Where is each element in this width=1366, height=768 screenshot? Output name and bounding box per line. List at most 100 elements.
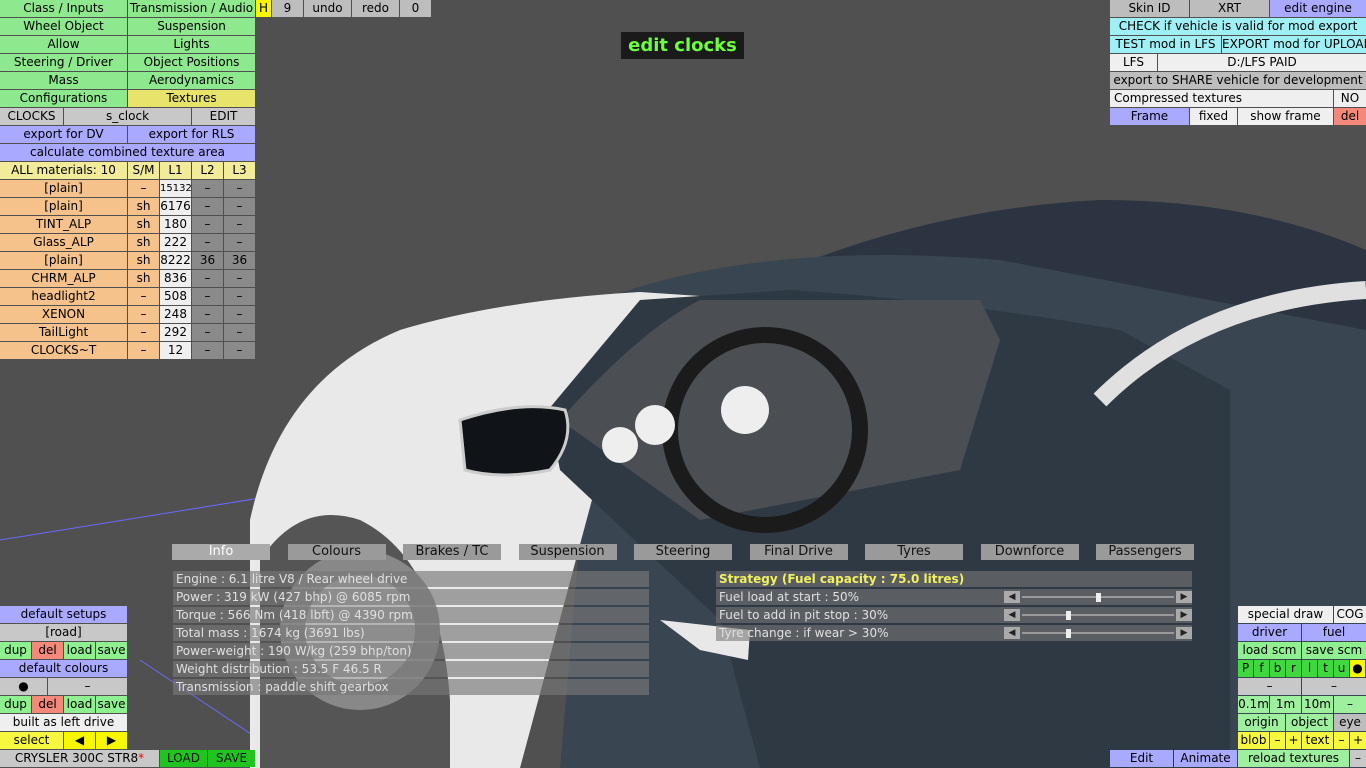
blob-button[interactable]: blob — [1238, 732, 1269, 749]
car-name-field[interactable]: CRYSLER 300C STR8* — [0, 750, 159, 767]
dup-setup-button[interactable]: dup — [0, 642, 31, 659]
frame-button[interactable]: Frame — [1110, 108, 1189, 125]
aerodynamics-button[interactable]: Aerodynamics — [128, 72, 255, 89]
export-share-button[interactable]: export to SHARE vehicle for development — [1110, 72, 1366, 89]
default-setups-button[interactable]: default setups — [0, 606, 127, 623]
scale-01m-button[interactable]: 0.1m — [1238, 696, 1269, 713]
increase-arrow-icon[interactable]: ▶ — [1176, 627, 1192, 639]
view-toggle-dot[interactable]: ● — [1350, 660, 1365, 677]
edit-clock-button[interactable]: EDIT — [192, 108, 255, 125]
wheel-object-button[interactable]: Wheel Object — [0, 18, 127, 35]
tab-suspension[interactable]: Suspension — [518, 544, 617, 560]
export-rls-button[interactable]: export for RLS — [128, 126, 255, 143]
xrt-button[interactable]: XRT — [1190, 0, 1269, 17]
text-minus-button[interactable]: – — [1334, 732, 1349, 749]
load-scm-button[interactable]: load scm — [1238, 642, 1301, 659]
calculate-texture-area-button[interactable]: calculate combined texture area — [0, 144, 255, 161]
slider-knob[interactable] — [1065, 629, 1071, 638]
slider-track[interactable] — [1022, 632, 1174, 634]
view-toggle-r[interactable]: r — [1286, 660, 1301, 677]
built-left-drive-toggle[interactable]: built as left drive — [0, 714, 127, 731]
s-clock-field[interactable]: s_clock — [64, 108, 191, 125]
cog-button[interactable]: COG — [1334, 606, 1366, 623]
tab-final-drive[interactable]: Final Drive — [749, 544, 848, 560]
colour-dash-field[interactable]: – — [48, 678, 127, 695]
material-name-cell[interactable]: Glass_ALP — [0, 234, 127, 251]
material-name-cell[interactable]: CHRM_ALP — [0, 270, 127, 287]
eye-button[interactable]: eye — [1334, 714, 1366, 731]
material-name-cell[interactable]: TINT_ALP — [0, 216, 127, 233]
scale-1m-button[interactable]: 1m — [1270, 696, 1301, 713]
edit-engine-button[interactable]: edit engine — [1270, 0, 1366, 17]
driver-button[interactable]: driver — [1238, 624, 1301, 641]
material-name-cell[interactable]: CLOCKS~T — [0, 342, 127, 359]
decrease-arrow-icon[interactable]: ◀ — [1004, 627, 1020, 639]
material-name-cell[interactable]: [plain] — [0, 180, 127, 197]
lfs-path-field[interactable]: D:/LFS PAID — [1158, 54, 1366, 71]
increase-arrow-icon[interactable]: ▶ — [1176, 609, 1192, 621]
export-upload-button[interactable]: EXPORT mod for UPLOAD — [1222, 36, 1366, 53]
save-car-button[interactable]: SAVE — [208, 750, 255, 767]
slider-track[interactable] — [1022, 614, 1174, 616]
select-button[interactable]: select — [0, 732, 63, 749]
tab-downforce[interactable]: Downforce — [980, 544, 1079, 560]
del-frame-button[interactable]: del — [1334, 108, 1366, 125]
decrease-arrow-icon[interactable]: ◀ — [1004, 609, 1020, 621]
show-frame-button[interactable]: show frame — [1238, 108, 1333, 125]
suspension-button[interactable]: Suspension — [128, 18, 255, 35]
nine-button[interactable]: 9 — [272, 0, 303, 17]
fixed-button[interactable]: fixed — [1190, 108, 1237, 125]
tab-tyres[interactable]: Tyres — [865, 544, 963, 560]
blob-plus-button[interactable]: + — [1286, 732, 1301, 749]
class-inputs-button[interactable]: Class / Inputs — [0, 0, 127, 17]
next-button[interactable]: ▶ — [96, 732, 127, 749]
save-colour-button[interactable]: save — [96, 696, 127, 713]
load-setup-button[interactable]: load — [64, 642, 95, 659]
blob-minus-button[interactable]: – — [1270, 732, 1285, 749]
undo-button[interactable]: undo — [304, 0, 351, 17]
transmission-audio-button[interactable]: Transmission / Audio — [128, 0, 255, 17]
colour-dot-button[interactable]: ● — [0, 678, 47, 695]
tab-passengers[interactable]: Passengers — [1096, 544, 1194, 560]
steering-driver-button[interactable]: Steering / Driver — [0, 54, 127, 71]
allow-button[interactable]: Allow — [0, 36, 127, 53]
zero-button[interactable]: 0 — [400, 0, 431, 17]
dash-left-field[interactable]: – — [1238, 678, 1301, 695]
load-car-button[interactable]: LOAD — [160, 750, 207, 767]
tab-info[interactable]: Info — [172, 544, 270, 560]
reload-dash-button[interactable]: – — [1350, 750, 1366, 767]
text-button[interactable]: text — [1302, 732, 1333, 749]
animate-mode-button[interactable]: Animate — [1174, 750, 1237, 767]
lights-button[interactable]: Lights — [128, 36, 255, 53]
object-positions-button[interactable]: Object Positions — [128, 54, 255, 71]
scale-10m-button[interactable]: 10m — [1302, 696, 1333, 713]
special-draw-button[interactable]: special draw — [1238, 606, 1333, 623]
reload-textures-button[interactable]: reload textures — [1238, 750, 1349, 767]
view-toggle-l[interactable]: l — [1302, 660, 1317, 677]
scale-dash-button[interactable]: – — [1334, 696, 1366, 713]
material-name-cell[interactable]: XENON — [0, 306, 127, 323]
save-scm-button[interactable]: save scm — [1302, 642, 1366, 659]
view-toggle-t[interactable]: t — [1318, 660, 1333, 677]
configurations-button[interactable]: Configurations — [0, 90, 127, 107]
material-name-cell[interactable]: [plain] — [0, 252, 127, 269]
tab-steering[interactable]: Steering — [634, 544, 732, 560]
default-colours-button[interactable]: default colours — [0, 660, 127, 677]
del-setup-button[interactable]: del — [32, 642, 63, 659]
object-button[interactable]: object — [1286, 714, 1333, 731]
redo-button[interactable]: redo — [352, 0, 399, 17]
check-valid-button[interactable]: CHECK if vehicle is valid for mod export — [1110, 18, 1366, 35]
skin-id-button[interactable]: Skin ID — [1110, 0, 1189, 17]
material-name-cell[interactable]: TailLight — [0, 324, 127, 341]
prev-button[interactable]: ◀ — [64, 732, 95, 749]
increase-arrow-icon[interactable]: ▶ — [1176, 591, 1192, 603]
load-colour-button[interactable]: load — [64, 696, 95, 713]
mass-button[interactable]: Mass — [0, 72, 127, 89]
text-plus-button[interactable]: + — [1350, 732, 1366, 749]
del-colour-button[interactable]: del — [32, 696, 63, 713]
compressed-toggle[interactable]: NO — [1334, 90, 1366, 107]
view-toggle-P[interactable]: P — [1238, 660, 1253, 677]
decrease-arrow-icon[interactable]: ◀ — [1004, 591, 1020, 603]
fuel-button[interactable]: fuel — [1302, 624, 1366, 641]
view-toggle-u[interactable]: u — [1334, 660, 1349, 677]
